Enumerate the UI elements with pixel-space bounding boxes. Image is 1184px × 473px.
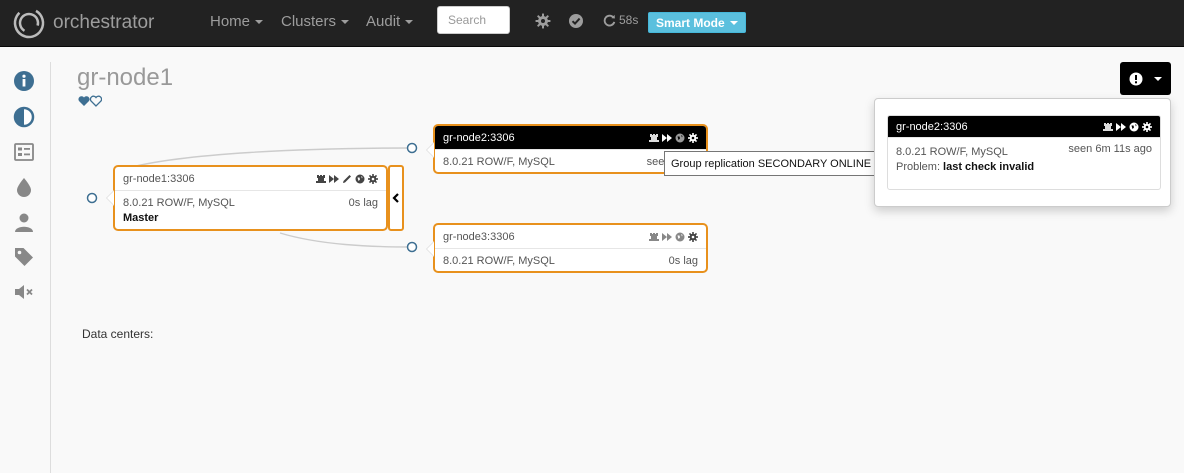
chevron-down-icon	[341, 20, 350, 25]
chevron-down-icon	[255, 20, 264, 25]
data-centers-label: Data centers:	[82, 327, 154, 341]
fast-forward-icon[interactable]	[329, 174, 339, 184]
brand[interactable]: orchestrator	[12, 6, 154, 40]
refresh-countdown[interactable]: 58s	[603, 13, 638, 27]
chess-rook-icon[interactable]	[316, 174, 326, 184]
smart-mode-button[interactable]: Smart Mode	[648, 12, 746, 33]
globe-icon[interactable]	[355, 174, 365, 184]
problems-popover: gr-node2:3306 8.0.21 ROW/F, MySQL seen 6…	[874, 98, 1171, 207]
exclamation-circle-icon	[1129, 72, 1143, 85]
node-name: gr-node2:3306	[896, 120, 968, 133]
search-input[interactable]	[437, 6, 510, 34]
nav-clusters-menu[interactable]: Clusters	[281, 13, 350, 30]
chess-rook-icon[interactable]	[1103, 122, 1113, 132]
node-header: gr-node1:3306	[115, 167, 386, 191]
tag-icon[interactable]	[13, 246, 35, 268]
node-lag: 0s lag	[348, 196, 378, 209]
fast-forward-icon[interactable]	[1116, 122, 1126, 132]
pencil-icon[interactable]	[342, 174, 352, 184]
node-version: 8.0.21 ROW/F, MySQL	[443, 254, 555, 267]
node-name: gr-node1:3306	[123, 172, 195, 185]
problem-node-card[interactable]: gr-node2:3306 8.0.21 ROW/F, MySQL seen 6…	[887, 115, 1161, 190]
list-icon[interactable]	[13, 141, 35, 163]
chevron-down-icon	[405, 20, 414, 25]
contrast-icon[interactable]	[13, 106, 35, 128]
collapse-replicas-button[interactable]	[388, 165, 404, 231]
node-header: gr-node2:3306	[435, 126, 706, 150]
tooltip: Group replication SECONDARY ONLINE	[664, 151, 879, 176]
node-lag: 0s lag	[668, 254, 698, 267]
user-icon[interactable]	[13, 211, 35, 233]
globe-icon[interactable]	[675, 232, 685, 242]
orchestrator-logo-icon	[13, 7, 45, 39]
globe-icon[interactable]	[675, 133, 685, 143]
node-header: gr-node2:3306	[888, 116, 1160, 138]
node-card-gr-node1[interactable]: gr-node1:3306 8.0.21 ROW/F, MySQL 0s lag…	[106, 165, 388, 231]
gear-icon[interactable]	[368, 173, 378, 184]
navbar: orchestrator Home Clusters Audit 58s Sma…	[0, 0, 1184, 47]
mute-icon[interactable]	[13, 281, 35, 303]
globe-icon[interactable]	[1129, 122, 1139, 132]
check-circle-icon[interactable]	[568, 13, 584, 29]
nav-home-label: Home	[210, 13, 251, 30]
drop-icon[interactable]	[13, 176, 35, 198]
brand-name: orchestrator	[53, 12, 155, 33]
node-pointer	[106, 190, 114, 206]
node-name: gr-node3:3306	[443, 230, 515, 243]
gear-icon[interactable]	[688, 231, 698, 242]
problems-button[interactable]	[1120, 62, 1171, 95]
node-version: 8.0.21 ROW/F, MySQL	[443, 155, 555, 168]
info-icon[interactable]	[13, 70, 35, 92]
nav-audit-label: Audit	[366, 13, 401, 30]
node-role: Master	[123, 211, 159, 224]
problem-value: last check invalid	[943, 160, 1035, 173]
node-pointer	[426, 142, 434, 158]
smart-mode-label: Smart Mode	[656, 15, 725, 30]
page-title: gr-node1	[77, 64, 174, 91]
gear-icon[interactable]	[688, 132, 698, 143]
sidebar-divider	[50, 62, 51, 473]
node-version: 8.0.21 ROW/F, MySQL	[123, 196, 235, 209]
nav-home-menu[interactable]: Home	[210, 13, 264, 30]
node-seen: seen 6m 11s ago	[1068, 142, 1152, 155]
heart-icon[interactable]	[78, 95, 102, 107]
chevron-down-icon	[1154, 76, 1162, 81]
chevron-down-icon	[729, 20, 738, 25]
fast-forward-icon[interactable]	[662, 232, 672, 242]
node-name: gr-node2:3306	[443, 131, 515, 144]
node-pointer	[426, 241, 434, 257]
node-body: 8.0.21 ROW/F, MySQL 0s lag	[435, 249, 706, 272]
gear-icon[interactable]	[535, 13, 551, 29]
node-body: 8.0.21 ROW/F, MySQL seen 6m 11s ago Prob…	[888, 138, 1160, 178]
gear-icon[interactable]	[1142, 121, 1152, 132]
chess-rook-icon[interactable]	[649, 133, 659, 143]
problem-label: Problem:	[896, 160, 941, 173]
refresh-icon	[603, 14, 616, 26]
node-version: 8.0.21 ROW/F, MySQL	[896, 145, 1008, 158]
chevron-left-icon	[392, 193, 399, 203]
refresh-countdown-text: 58s	[619, 13, 639, 27]
nav-clusters-label: Clusters	[281, 13, 337, 30]
node-header: gr-node3:3306	[435, 225, 706, 249]
chess-rook-icon[interactable]	[649, 232, 659, 242]
nav-audit-menu[interactable]: Audit	[366, 13, 414, 30]
node-body: 8.0.21 ROW/F, MySQL 0s lag Master	[115, 191, 386, 229]
node-card-gr-node3[interactable]: gr-node3:3306 8.0.21 ROW/F, MySQL 0s lag	[426, 223, 708, 273]
fast-forward-icon[interactable]	[662, 133, 672, 143]
